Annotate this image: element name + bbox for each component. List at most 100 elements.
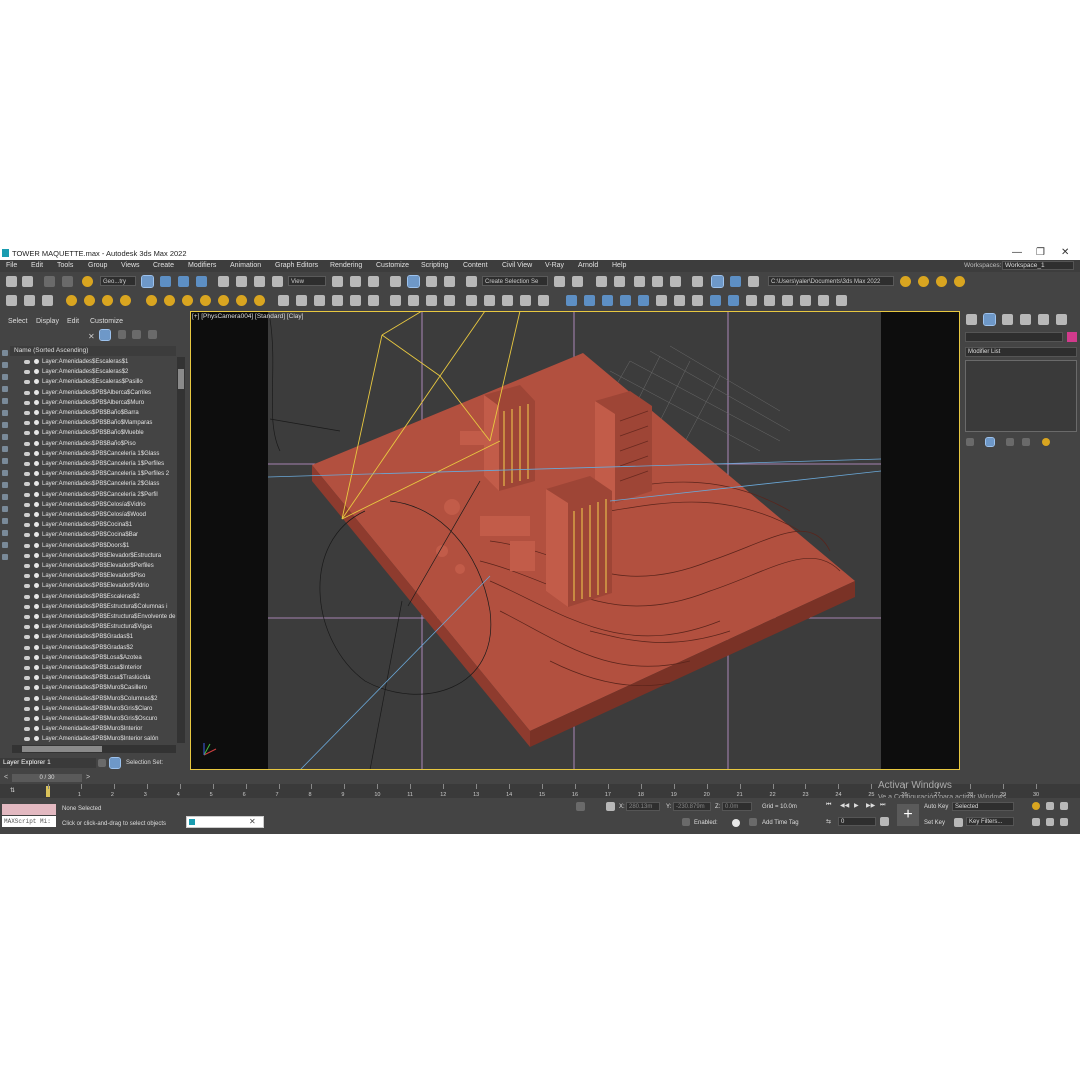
explorer-column-header[interactable]: Name (Sorted Ascending) [10,346,176,356]
light-bulb-icon[interactable] [66,295,77,306]
scatter-icon[interactable] [332,295,343,306]
arnold-photometric-icon[interactable] [638,295,649,306]
key-filters-button[interactable]: Key Filters... [966,817,1014,826]
minimize-button[interactable]: — [1012,247,1022,258]
material-library-icon[interactable] [444,295,455,306]
freeze-toggle-icon[interactable] [34,593,39,599]
list-item[interactable]: Layer:Amenidades$PB$Cancelería 2$Perfil [12,490,176,500]
freeze-toggle-icon[interactable] [34,644,39,650]
list-item[interactable]: Layer:Amenidades$PB$Doors$1 [12,541,176,551]
visibility-eye-icon[interactable] [24,441,30,446]
named-selection-dropdown[interactable]: Create Selection Se [482,276,548,286]
link-icon[interactable] [44,276,55,287]
arnold-license-icon[interactable] [764,295,775,306]
arnold-ipr-icon[interactable] [656,295,667,306]
sun-icon[interactable] [84,295,95,306]
object-name-field[interactable] [965,332,1063,342]
lock-icon[interactable] [118,330,126,339]
rect-selection-icon[interactable] [178,276,189,287]
arnold-settings-icon[interactable] [800,295,811,306]
arnold-light-icon[interactable] [602,295,613,306]
freeze-toggle-icon[interactable] [34,389,39,395]
enabled-toggle[interactable] [732,819,740,827]
teapot-icon[interactable] [6,295,17,306]
schematic-view-icon[interactable] [670,276,681,287]
sun-light-icon[interactable] [200,295,211,306]
create-tab-icon[interactable] [966,314,977,325]
visibility-eye-icon[interactable] [24,727,30,732]
list-item[interactable]: Layer:Amenidades$Escaleras$2 [12,367,176,377]
freeze-toggle-icon[interactable] [34,410,39,415]
freeze-toggle-icon[interactable] [34,522,39,528]
motion-tab-icon[interactable] [1020,314,1031,325]
menu-modifiers[interactable]: Modifiers [188,262,216,269]
add-time-tag[interactable]: Add Time Tag [762,820,799,826]
arnold-operators-icon[interactable] [746,295,757,306]
visibility-eye-icon[interactable] [24,533,30,538]
field-of-view-icon[interactable] [1032,818,1040,826]
freeze-toggle-icon[interactable] [34,614,39,619]
move-icon[interactable] [218,276,229,287]
spinner-snap-icon[interactable] [444,276,455,287]
visibility-eye-icon[interactable] [24,543,30,548]
visibility-eye-icon[interactable] [24,411,30,415]
freeze-toggle-icon[interactable] [34,440,39,446]
tab-customize[interactable]: Customize [90,318,123,325]
list-item[interactable]: Layer:Amenidades$PB$Baño$Piso [12,439,176,449]
visibility-eye-icon[interactable] [24,625,30,630]
visibility-eye-icon[interactable] [24,380,30,385]
isolate-selection-icon[interactable] [576,802,585,811]
freeze-toggle-icon[interactable] [34,399,39,405]
arnold-render-icon[interactable] [566,295,577,306]
visibility-eye-icon[interactable] [24,706,30,711]
menu-create[interactable]: Create [153,262,174,269]
star-light-icon[interactable] [254,295,265,306]
menu-customize[interactable]: Customize [376,262,409,269]
ies-light-icon[interactable] [120,295,131,306]
edit-named-sets-icon[interactable] [466,276,477,287]
list-item[interactable]: Layer:Amenidades$PB$Celosía$Vidrio [12,500,176,510]
list-item[interactable]: Layer:Amenidades$PB$Elevador$Perfiles [12,561,176,571]
prev-key-icon[interactable]: ◀◀ [840,802,849,809]
visibility-eye-icon[interactable] [24,635,30,640]
configure-sets-icon[interactable] [1042,438,1050,446]
pivot-center-icon[interactable] [332,276,343,287]
list-item[interactable]: Layer:Amenidades$PB$Cancelería 1$Perfile… [12,459,176,469]
undo-icon[interactable] [6,276,17,287]
list-item[interactable]: Layer:Amenidades$PB$Losa$Interior [12,663,176,673]
menu-content[interactable]: Content [463,262,488,269]
material-browser-icon[interactable] [466,295,477,306]
next-frame-icon[interactable]: > [86,774,90,781]
list-item[interactable]: Layer:Amenidades$PB$Muro$Interior salón [12,734,176,743]
visibility-eye-icon[interactable] [24,655,30,660]
visibility-eye-icon[interactable] [24,615,30,619]
menu-scripting[interactable]: Scripting [421,262,448,269]
list-item[interactable]: Layer:Amenidades$PB$Cancelería 1$Perfile… [12,469,176,479]
list-item[interactable]: Layer:Amenidades$PB$Elevador$Vidrio [12,581,176,591]
project-path-field[interactable]: C:\Users\yaler\Documents\3ds Max 2022 [768,276,894,286]
project-folder-icon[interactable] [900,276,911,287]
decal-icon[interactable] [368,295,379,306]
menu-group[interactable]: Group [88,262,107,269]
list-item[interactable]: Layer:Amenidades$PB$Estructura$Envolvent… [12,612,176,622]
freeze-toggle-icon[interactable] [34,379,39,385]
point-light-icon[interactable] [236,295,247,306]
list-item[interactable]: Layer:Amenidades$PB$Estructura$Vigas [12,622,176,632]
freeze-toggle-icon[interactable] [34,481,39,487]
rendered-frame-icon[interactable] [730,276,741,287]
pin-stack-icon[interactable] [966,438,974,446]
viewport-label[interactable]: [+] [PhysCamera004] [Standard] [Clay] [192,313,303,320]
multi-material-icon[interactable] [408,295,419,306]
material-editor-icon[interactable] [692,276,703,287]
keyboard-shortcut-icon[interactable] [368,276,379,287]
list-item[interactable]: Layer:Amenidades$PB$Cocina$1 [12,520,176,530]
fur-icon[interactable] [296,295,307,306]
set-key-button[interactable]: Set Key [924,820,945,826]
menu-animation[interactable]: Animation [230,262,261,269]
explorer-horizontal-scrollbar[interactable] [12,745,176,753]
absolute-mode-icon[interactable] [606,802,615,811]
arnold-mtoa-icon[interactable] [836,295,847,306]
visibility-eye-icon[interactable] [24,645,30,650]
freeze-toggle-icon[interactable] [34,532,39,538]
percent-snap-icon[interactable] [426,276,437,287]
